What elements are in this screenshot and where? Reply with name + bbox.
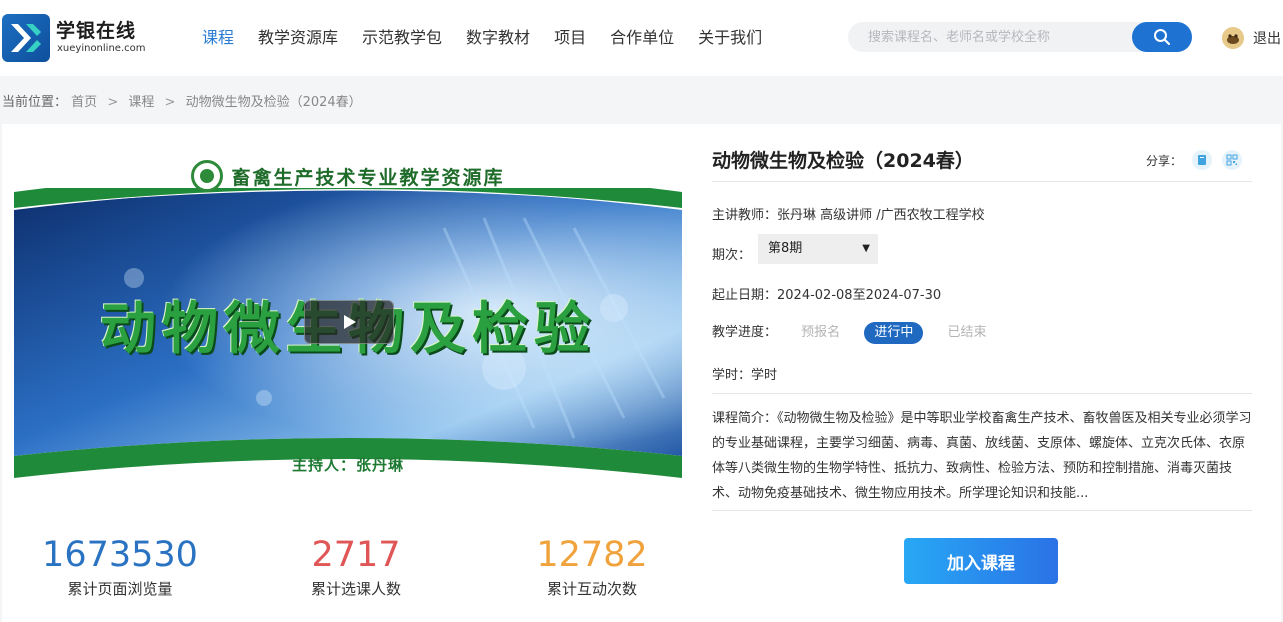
intro-text: 《动物微生物及检验》是中等职业学校畜禽生产技术、畜牧兽医及相关专业必须学习的专业… bbox=[712, 411, 1252, 501]
nav-item-courses[interactable]: 课程 bbox=[190, 24, 246, 52]
stat-value: 12782 bbox=[536, 535, 648, 575]
nav-item-projects[interactable]: 项目 bbox=[542, 24, 598, 52]
stat-enrollments: 2717 累计选课人数 bbox=[246, 534, 466, 599]
breadcrumb-separator: > bbox=[164, 95, 176, 110]
progress-step-preregister: 预报名 bbox=[801, 325, 841, 340]
logout-link[interactable]: 退出 bbox=[1253, 28, 1281, 48]
site-logo[interactable]: 学银在线 xueyinonline.com bbox=[2, 14, 145, 62]
course-stats: 1673530 累计页面浏览量 2717 累计选课人数 12782 累计互动次数 bbox=[2, 534, 702, 614]
join-course-button[interactable]: 加入课程 bbox=[904, 538, 1058, 584]
stat-label: 累计页面浏览量 bbox=[67, 580, 173, 598]
logo-mark-icon bbox=[2, 14, 50, 62]
main-nav: 课程 教学资源库 示范教学包 数字教材 项目 合作单位 关于我们 bbox=[190, 24, 774, 52]
stat-label: 累计互动次数 bbox=[546, 580, 637, 598]
hours-row: 学时：学时 bbox=[712, 364, 777, 383]
stat-value: 2717 bbox=[311, 535, 401, 575]
intro-label: 课程简介： bbox=[712, 411, 778, 426]
course-card: 畜禽生产技术专业教学资源库 动物微生物及检验 主持人：张丹琳 1673530 累… bbox=[2, 124, 1281, 622]
dates-value: 2024-02-08至2024-07-30 bbox=[777, 288, 942, 303]
nav-item-resource-library[interactable]: 教学资源库 bbox=[246, 24, 350, 52]
breadcrumb-courses[interactable]: 课程 bbox=[128, 95, 154, 110]
teacher-value: 张丹琳 高级讲师 /广西农牧工程学校 bbox=[777, 208, 985, 223]
divider bbox=[712, 393, 1252, 394]
teacher-label: 主讲教师： bbox=[712, 208, 778, 223]
course-intro: 课程简介：《动物微生物及检验》是中等职业学校畜禽生产技术、畜牧兽医及相关专业必须… bbox=[712, 406, 1252, 506]
course-video-cover[interactable]: 畜禽生产技术专业教学资源库 动物微生物及检验 主持人：张丹琳 bbox=[14, 152, 682, 495]
divider bbox=[712, 181, 1252, 182]
breadcrumb-home[interactable]: 首页 bbox=[71, 95, 97, 110]
teacher-row: 主讲教师：张丹琳 高级讲师 /广西农牧工程学校 bbox=[712, 204, 985, 223]
user-avatar[interactable] bbox=[1222, 27, 1244, 49]
progress-step-ended: 已结束 bbox=[947, 325, 987, 340]
play-icon bbox=[344, 315, 356, 329]
share-book-icon[interactable] bbox=[1192, 150, 1212, 170]
search-input[interactable] bbox=[848, 22, 1132, 52]
hours-label: 学时： bbox=[712, 368, 752, 383]
course-title: 动物微生物及检验（2024春） bbox=[712, 150, 974, 172]
term-row: 期次： 第8期 ▼ bbox=[712, 234, 912, 264]
nav-item-demo-package[interactable]: 示范教学包 bbox=[350, 24, 454, 52]
breadcrumb-label: 当前位置： bbox=[2, 95, 68, 110]
logo-domain: xueyinonline.com bbox=[57, 43, 146, 54]
progress-label: 教学进度： bbox=[712, 325, 778, 340]
logo-text: 学银在线 bbox=[56, 20, 137, 42]
nav-item-about[interactable]: 关于我们 bbox=[686, 24, 774, 52]
term-label: 期次： bbox=[712, 248, 752, 263]
stat-value: 1673530 bbox=[42, 535, 198, 575]
breadcrumb-current: 动物微生物及检验（2024春） bbox=[185, 95, 362, 110]
hours-value: 学时 bbox=[751, 368, 778, 383]
progress-step-in-progress: 进行中 bbox=[864, 322, 924, 344]
qr-code-icon[interactable] bbox=[1222, 150, 1242, 170]
share-label: 分享： bbox=[1145, 153, 1182, 168]
dates-label: 起止日期： bbox=[712, 288, 778, 303]
stat-page-views: 1673530 累计页面浏览量 bbox=[10, 534, 230, 599]
search-icon bbox=[1154, 29, 1170, 45]
dropdown-arrow-icon: ▼ bbox=[862, 243, 870, 254]
search-button[interactable] bbox=[1132, 22, 1192, 52]
share-bar: 分享： bbox=[1146, 150, 1242, 170]
progress-row: 教学进度： 预报名 进行中 已结束 bbox=[712, 321, 996, 344]
cover-header: 畜禽生产技术专业教学资源库 bbox=[14, 152, 682, 200]
nav-item-partners[interactable]: 合作单位 bbox=[598, 24, 686, 52]
breadcrumb: 当前位置： 首页 > 课程 > 动物微生物及检验（2024春） bbox=[2, 91, 362, 110]
search-bar bbox=[848, 22, 1192, 52]
nav-item-digital-textbook[interactable]: 数字教材 bbox=[454, 24, 542, 52]
play-button[interactable] bbox=[304, 300, 394, 344]
stat-interactions: 12782 累计互动次数 bbox=[482, 534, 702, 599]
term-value: 第8期 bbox=[768, 241, 803, 256]
dates-row: 起止日期：2024-02-08至2024-07-30 bbox=[712, 284, 941, 303]
top-header: 学银在线 xueyinonline.com 课程 教学资源库 示范教学包 数字教… bbox=[0, 0, 1283, 76]
divider bbox=[712, 510, 1252, 511]
breadcrumb-separator: > bbox=[107, 95, 119, 110]
cover-host: 主持人：张丹琳 bbox=[291, 456, 404, 474]
cover-header-text: 畜禽生产技术专业教学资源库 bbox=[231, 166, 505, 189]
school-emblem-icon bbox=[191, 160, 224, 192]
term-select[interactable]: 第8期 ▼ bbox=[758, 234, 878, 264]
stat-label: 累计选课人数 bbox=[310, 580, 401, 598]
